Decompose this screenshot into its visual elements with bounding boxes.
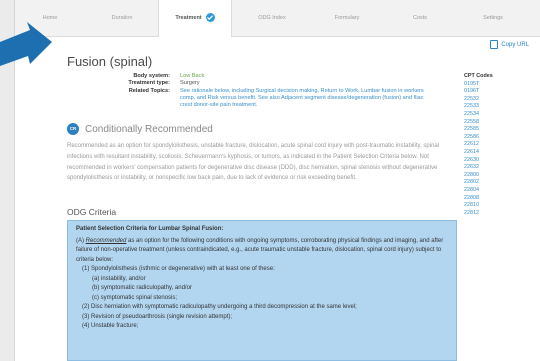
cpt-code[interactable]: 22630 — [464, 157, 493, 165]
tab-label: Costs — [412, 15, 428, 21]
cpt-code[interactable]: 22558 — [464, 119, 493, 127]
checkmark-icon — [205, 13, 215, 23]
copy-url-label: Copy URL — [501, 41, 529, 48]
meta-label: Treatment type: — [128, 80, 170, 87]
cpt-codes-list: CPT Codes 0195T 0196T 22532 22533 22534 … — [464, 73, 493, 217]
tab-label: ODG Index — [258, 15, 286, 21]
app-frame: Home Duration Treatment ODG Index Formul… — [14, 0, 540, 361]
tab-label: Formulary — [334, 15, 360, 21]
cpt-code[interactable]: 22800 — [464, 172, 493, 180]
cpt-code[interactable]: 22804 — [464, 187, 493, 195]
criteria-item: (b) symptomatic radiculopathy, and/or — [92, 285, 192, 291]
recommendation-header: CR Conditionally Recommended — [67, 123, 213, 135]
criteria-intro: (A) Recommended as an option for the fol… — [76, 237, 448, 266]
cpt-code[interactable]: 22534 — [464, 111, 493, 119]
tab-label: Treatment — [175, 15, 202, 21]
intro-rest: as an option for the following condition… — [76, 237, 444, 263]
cpt-code[interactable]: 22802 — [464, 179, 493, 187]
intro-prefix: (A) — [76, 237, 86, 244]
criteria-item: (3) Revision of pseudoarthrosis (single … — [82, 313, 233, 320]
tab-duration[interactable]: Duration — [87, 0, 157, 36]
criteria-item: (1) Spondylolisthesis (isthmic or degene… — [82, 266, 275, 272]
criteria-box: Patient Selection Criteria for Lumbar Sp… — [67, 220, 457, 361]
cpt-code[interactable]: 22612 — [464, 141, 493, 149]
recommendation-badge: CR — [67, 123, 79, 135]
cpt-code[interactable]: 22533 — [464, 103, 493, 111]
meta-label: Body system: — [133, 73, 170, 79]
cpt-code[interactable]: 22632 — [464, 164, 493, 172]
arrow-icon — [0, 22, 52, 66]
cpt-code[interactable]: 22586 — [464, 134, 493, 142]
tab-bar: Home Duration Treatment ODG Index Formul… — [15, 0, 540, 37]
tab-formulary[interactable]: Formulary — [312, 0, 382, 36]
cpt-code[interactable]: 0195T — [464, 81, 493, 89]
page-title: Fusion (spinal) — [67, 54, 153, 69]
odg-criteria-heading: ODG Criteria — [67, 207, 117, 217]
criteria-item: (a) instability, and/or — [92, 275, 146, 282]
meta-value: Surgery — [180, 80, 200, 87]
tab-odg-index[interactable]: ODG Index — [237, 0, 307, 36]
cpt-code[interactable]: 0196T — [464, 88, 493, 96]
cpt-code[interactable]: 22614 — [464, 149, 493, 157]
criteria-box-title: Patient Selection Criteria for Lumbar Sp… — [76, 226, 224, 232]
related-topics-text[interactable]: See rationale below, including Surgical … — [180, 88, 435, 110]
topic-metadata: Body system: Low Back Treatment type: Su… — [75, 73, 435, 109]
criteria-item: (4) Unstable fracture; — [82, 323, 139, 329]
meta-row-body-system: Body system: Low Back — [75, 73, 435, 80]
cpt-code[interactable]: 22812 — [464, 210, 493, 218]
cpt-code[interactable]: 22808 — [464, 195, 493, 203]
cpt-heading: CPT Codes — [464, 73, 493, 79]
meta-label: Related Topics: — [128, 87, 170, 94]
recommendation-text: Recommended as an option for spondylolis… — [67, 143, 440, 182]
intro-emphasis: Recommended — [85, 237, 127, 244]
tab-label: Duration — [111, 15, 133, 21]
body-system-link[interactable]: Low Back — [180, 73, 435, 80]
criteria-item: (2) Disc herniation with symptomatic rad… — [82, 304, 357, 310]
meta-row-treatment-type: Treatment type: Surgery — [75, 80, 435, 87]
recommendation-label: Conditionally Recommended — [85, 123, 213, 135]
tab-treatment[interactable]: Treatment — [158, 0, 232, 37]
criteria-item: (c) symptomatic spinal stenosis; — [92, 294, 178, 301]
cpt-code[interactable]: 22810 — [464, 202, 493, 210]
cpt-code[interactable]: 22585 — [464, 126, 493, 134]
cpt-code[interactable]: 22532 — [464, 96, 493, 104]
meta-row-related: Related Topics: See rationale below, inc… — [75, 88, 435, 110]
copy-icon — [490, 40, 499, 49]
copy-url-button[interactable]: Copy URL — [490, 40, 529, 49]
tab-costs[interactable]: Costs — [385, 0, 455, 36]
tab-settings[interactable]: Settings — [458, 0, 528, 36]
tab-label: Settings — [483, 15, 503, 21]
